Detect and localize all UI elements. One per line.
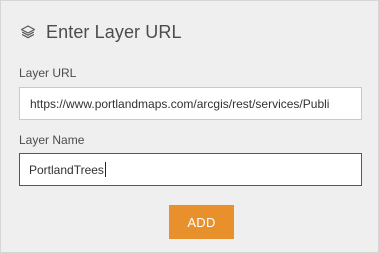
- layers-icon: [19, 23, 37, 41]
- add-button[interactable]: ADD: [169, 205, 234, 239]
- panel-header: Enter Layer URL: [19, 19, 182, 45]
- layer-name-value: PortlandTrees: [29, 162, 104, 177]
- layer-url-input[interactable]: https://www.portlandmaps.com/arcgis/rest…: [19, 87, 362, 120]
- text-caret: [104, 162, 106, 177]
- layer-name-label: Layer Name: [19, 133, 85, 147]
- enter-layer-url-panel: Enter Layer URL Layer URL https://www.po…: [0, 0, 379, 253]
- layer-url-label: Layer URL: [19, 66, 77, 80]
- panel-title: Enter Layer URL: [46, 21, 182, 42]
- layer-url-value: https://www.portlandmaps.com/arcgis/rest…: [30, 96, 330, 111]
- layer-name-input[interactable]: PortlandTrees: [19, 153, 362, 186]
